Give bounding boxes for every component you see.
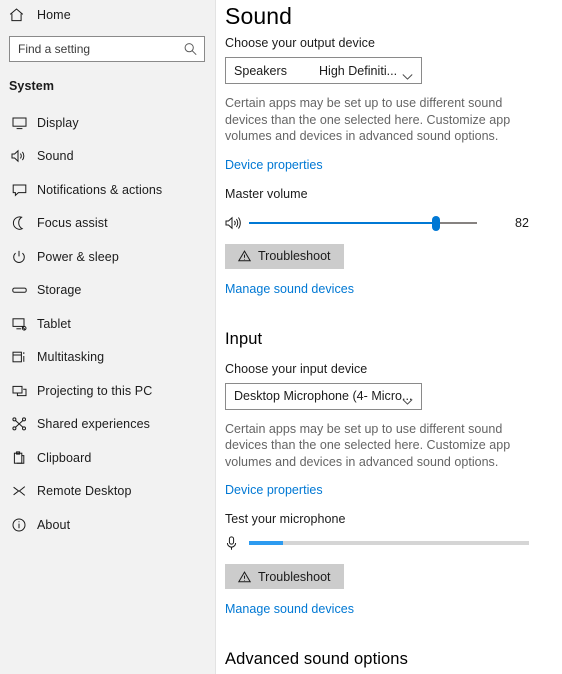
sidebar-nav-list: Display Sound Notifications & actions Fo… [0,106,215,542]
warning-icon [238,570,251,583]
input-device-properties-link[interactable]: Device properties [225,483,323,497]
output-device-properties-link[interactable]: Device properties [225,158,323,172]
projecting-icon [9,382,29,400]
meter-fill [249,541,283,545]
input-section-title: Input [225,329,263,348]
output-device-select[interactable]: Speakers High Definiti... [225,57,422,84]
search-box[interactable] [9,36,205,62]
master-volume-slider[interactable] [249,214,477,232]
master-volume-row: 82 [225,213,562,233]
info-icon [9,516,29,534]
output-manage-sound-devices-link[interactable]: Manage sound devices [225,282,354,296]
sidebar-item-focus-assist[interactable]: Focus assist [0,207,215,241]
microphone-level-meter [249,541,529,545]
remote-desktop-icon [9,482,29,500]
input-device-select[interactable]: Desktop Microphone (4- Micro... [225,382,422,410]
share-icon [9,415,29,433]
settings-window: Home System Display [0,0,562,674]
sidebar-item-shared-experiences[interactable]: Shared experiences [0,408,215,442]
sidebar-item-about[interactable]: About [0,508,215,542]
sidebar-item-label: Storage [37,283,82,298]
sidebar-item-sound[interactable]: Sound [0,140,215,174]
search-input[interactable] [10,37,204,61]
tablet-icon [9,315,29,333]
slider-fill [249,221,436,224]
drive-icon [9,281,29,299]
input-troubleshoot-button[interactable]: Troubleshoot [225,564,344,589]
output-device-detail: High Definiti... [318,63,398,78]
sidebar-item-display[interactable]: Display [0,106,215,140]
advanced-section-title: Advanced sound options [225,650,408,668]
sidebar-item-tablet[interactable]: Tablet [0,307,215,341]
sidebar-group-title: System [9,79,55,93]
sidebar-item-notifications-actions[interactable]: Notifications & actions [0,173,215,207]
sidebar-item-label: Projecting to this PC [37,383,153,398]
master-volume-value: 82 [515,215,529,230]
sidebar-item-remote-desktop[interactable]: Remote Desktop [0,475,215,509]
power-icon [9,248,29,266]
speaker-icon [225,214,247,232]
sidebar-item-clipboard[interactable]: Clipboard [0,441,215,475]
output-description: Certain apps may be set up to use differ… [225,96,511,143]
slider-thumb[interactable] [431,215,440,231]
test-microphone-label: Test your microphone [225,512,346,526]
output-troubleshoot-label: Troubleshoot [258,249,331,263]
sidebar-item-label: Remote Desktop [37,484,132,499]
sidebar-home-label: Home [37,8,71,22]
sidebar-item-label: Sound [37,149,74,164]
moon-icon [9,214,29,232]
sidebar-item-projecting-to-this-pc[interactable]: Projecting to this PC [0,374,215,408]
home-icon [9,7,29,23]
main-content: Sound Choose your output device Speakers… [216,0,562,674]
warning-icon [238,250,251,262]
sidebar-item-label: Notifications & actions [37,182,163,197]
chevron-down-icon [402,67,413,80]
output-device-name: Speakers [234,63,287,78]
input-device-label: Choose your input device [225,361,368,376]
output-device-label: Choose your output device [225,36,375,50]
sidebar-item-label: Focus assist [37,216,108,231]
input-manage-sound-devices-link[interactable]: Manage sound devices [225,602,354,616]
master-volume-label: Master volume [225,186,308,201]
sidebar-item-label: Power & sleep [37,249,119,264]
monitor-icon [9,114,29,132]
sidebar-item-label: Clipboard [37,450,92,465]
output-troubleshoot-button[interactable]: Troubleshoot [225,243,344,269]
microphone-level-row [225,534,562,552]
input-description: Certain apps may be set up to use differ… [225,421,511,469]
chevron-down-icon [402,393,413,405]
sidebar-item-label: About [37,517,71,532]
clipboard-icon [9,449,29,467]
sidebar-item-label: Display [37,115,79,130]
notification-icon [9,181,29,199]
sidebar-item-storage[interactable]: Storage [0,274,215,308]
sidebar-item-power-sleep[interactable]: Power & sleep [0,240,215,274]
page-title: Sound [225,3,293,29]
input-troubleshoot-label: Troubleshoot [258,569,331,584]
sidebar-item-home[interactable]: Home [0,3,215,27]
sidebar-item-label: Tablet [37,316,71,331]
sidebar-item-label: Multitasking [37,350,105,365]
sidebar-item-multitasking[interactable]: Multitasking [0,341,215,375]
speaker-icon [9,147,29,165]
multitasking-icon [9,348,29,366]
microphone-icon [225,534,247,552]
input-device-name: Desktop Microphone (4- Micro... [234,389,413,403]
sidebar: Home System Display [0,0,216,674]
sidebar-item-label: Shared experiences [37,417,150,432]
